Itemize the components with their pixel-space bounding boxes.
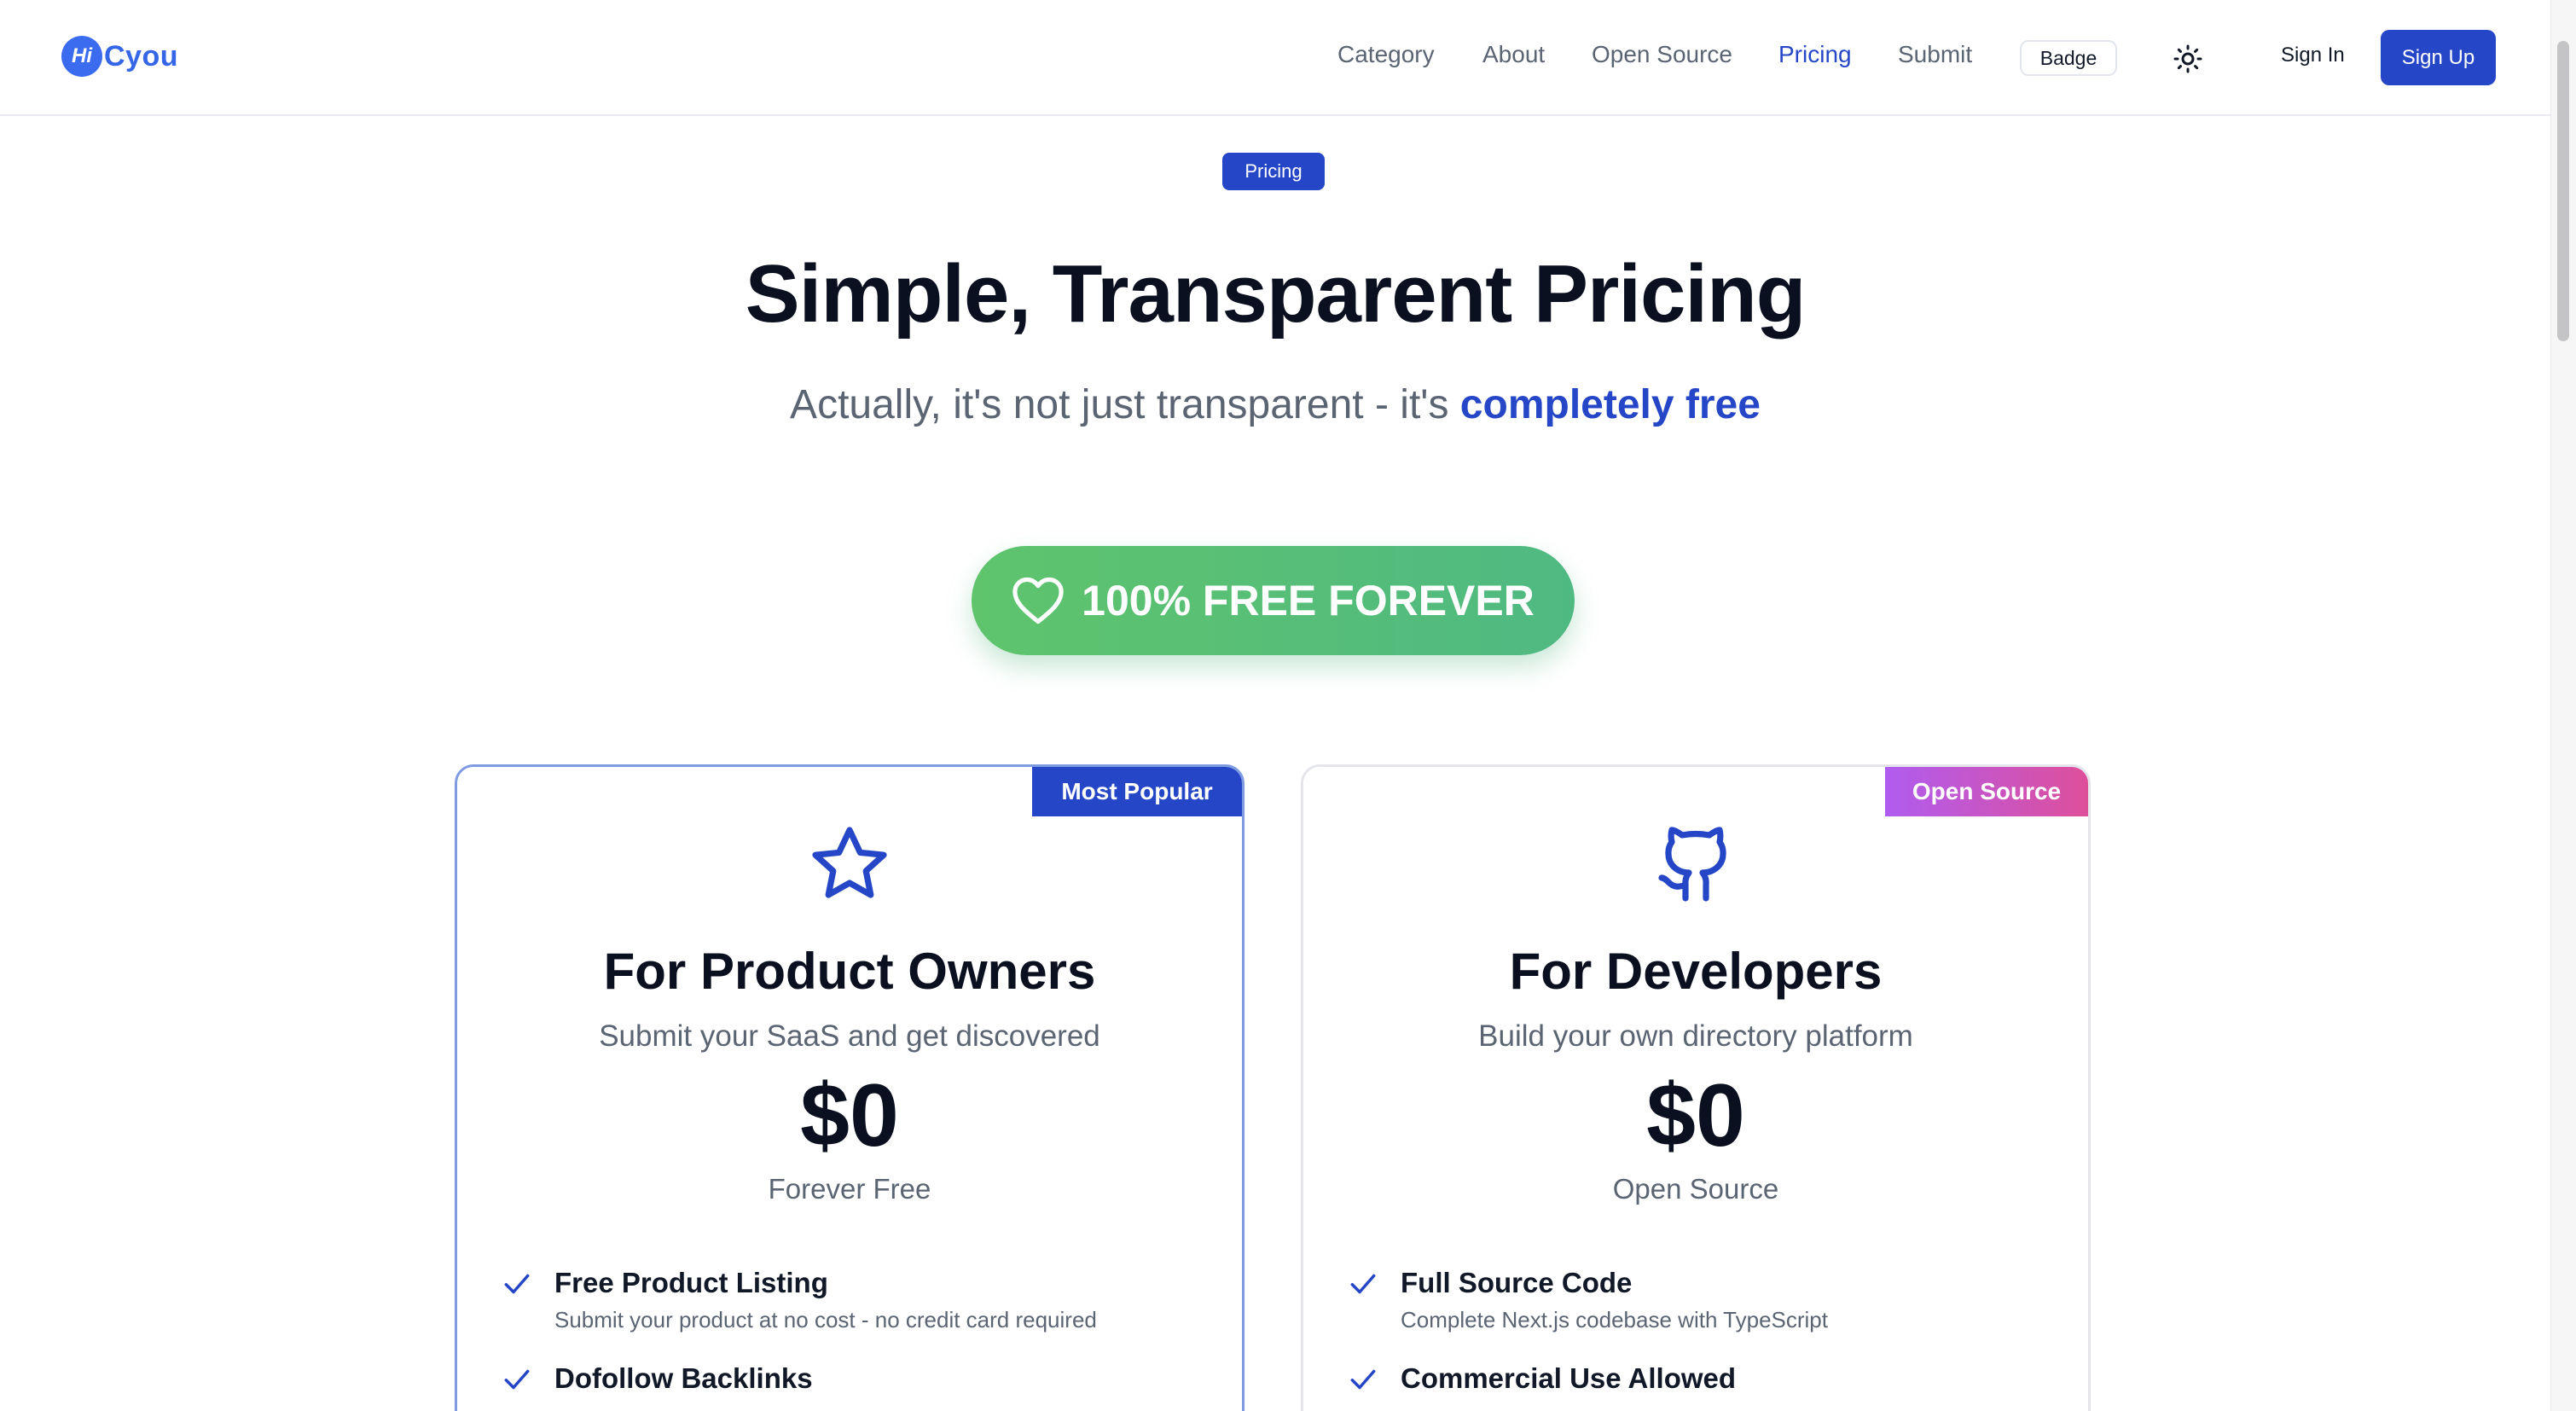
feature-desc: Submit your product at no cost - no cred… [554, 1307, 1097, 1333]
feature-desc: Complete Next.js codebase with TypeScrip… [1401, 1307, 1828, 1333]
feature-item: Free Product Listing Submit your product… [501, 1266, 1208, 1362]
logo-text: Cyou [104, 39, 178, 73]
sun-icon [2173, 44, 2202, 73]
feature-item: Dofollow Backlinks [501, 1362, 1208, 1411]
plan-price-note: Open Source [1612, 1173, 1779, 1205]
plan-subtitle: Build your own directory platform [1478, 1019, 1913, 1053]
badge-button[interactable]: Badge [2020, 40, 2117, 76]
plan-price-note: Forever Free [768, 1173, 931, 1205]
nav-about[interactable]: About [1482, 41, 1545, 68]
plan-card-product-owners: Most Popular For Product Owners Submit y… [455, 764, 1244, 1411]
free-forever-banner: 100% FREE FOREVER [972, 546, 1575, 655]
scrollbar-thumb[interactable] [2557, 41, 2569, 341]
plan-subtitle: Submit your SaaS and get discovered [599, 1019, 1100, 1053]
subtitle-prefix: Actually, it's not just transparent - it… [790, 382, 1460, 427]
feature-title: Commercial Use Allowed [1401, 1362, 1737, 1394]
plan-card-developers: Open Source For Developers Build your ow… [1301, 764, 2091, 1411]
free-forever-label: 100% FREE FOREVER [1082, 577, 1535, 624]
nav-submit[interactable]: Submit [1898, 41, 1972, 68]
logo[interactable]: Hi Cyou [61, 36, 178, 77]
feature-title: Free Product Listing [554, 1267, 828, 1298]
feature-list: Free Product Listing Submit your product… [501, 1266, 1208, 1411]
logo-mark: Hi [61, 36, 102, 77]
heart-icon [1012, 576, 1065, 625]
feature-title: Full Source Code [1401, 1267, 1633, 1298]
check-icon [504, 1274, 530, 1294]
page-title: Simple, Transparent Pricing [745, 248, 1807, 340]
plan-title: For Product Owners [603, 943, 1096, 1000]
plan-title: For Developers [1509, 943, 1883, 1000]
nav-open-source[interactable]: Open Source [1592, 41, 1732, 68]
most-popular-badge: Most Popular [1032, 767, 1242, 816]
check-icon [1350, 1274, 1376, 1294]
theme-toggle-button[interactable] [2172, 43, 2204, 75]
page-subtitle: Actually, it's not just transparent - it… [0, 381, 2550, 428]
plan-price: $0 [800, 1066, 899, 1165]
nav-category[interactable]: Category [1337, 41, 1435, 68]
sign-up-button[interactable]: Sign Up [2381, 30, 2496, 85]
plan-price: $0 [1646, 1066, 1745, 1165]
check-icon [504, 1369, 530, 1390]
star-icon [812, 827, 887, 898]
feature-item: Full Source Code Complete Next.js codeba… [1347, 1266, 2054, 1362]
subtitle-highlight: completely free [1459, 382, 1761, 427]
sign-in-link[interactable]: Sign In [2281, 44, 2345, 67]
open-source-badge: Open Source [1885, 767, 2088, 816]
check-icon [1350, 1369, 1376, 1390]
github-icon [1658, 827, 1726, 902]
nav-pricing[interactable]: Pricing [1778, 41, 1852, 68]
section-pill: Pricing [1222, 153, 1325, 190]
feature-list: Full Source Code Complete Next.js codeba… [1347, 1266, 2054, 1411]
feature-title: Dofollow Backlinks [554, 1362, 813, 1394]
site-header: Hi Cyou Category About Open Source Prici… [0, 0, 2550, 116]
feature-item: Commercial Use Allowed [1347, 1362, 2054, 1411]
